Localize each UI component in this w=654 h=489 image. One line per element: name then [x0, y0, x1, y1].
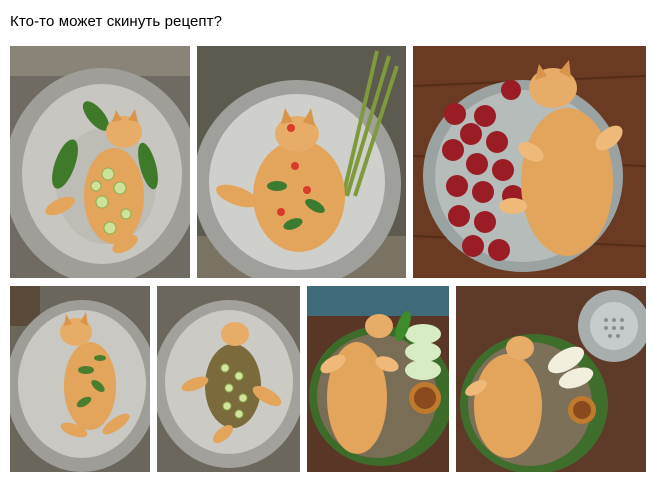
photo-cat-in-wok-with-limes[interactable]: [10, 46, 190, 278]
photo-cat-on-tray-with-steamer[interactable]: [456, 286, 646, 472]
post-text: Кто-то может скинуть рецепт?: [10, 13, 223, 30]
photo-cat-on-tray-with-vegetables[interactable]: [307, 286, 449, 472]
photo-cat-in-wok-with-greens[interactable]: [10, 286, 150, 472]
photo-cat-on-plate-with-plums[interactable]: [413, 46, 646, 278]
photo-cat-in-bowl-with-lemongrass[interactable]: [197, 46, 406, 278]
photo-cat-in-wok-with-cucumbers[interactable]: [157, 286, 300, 472]
